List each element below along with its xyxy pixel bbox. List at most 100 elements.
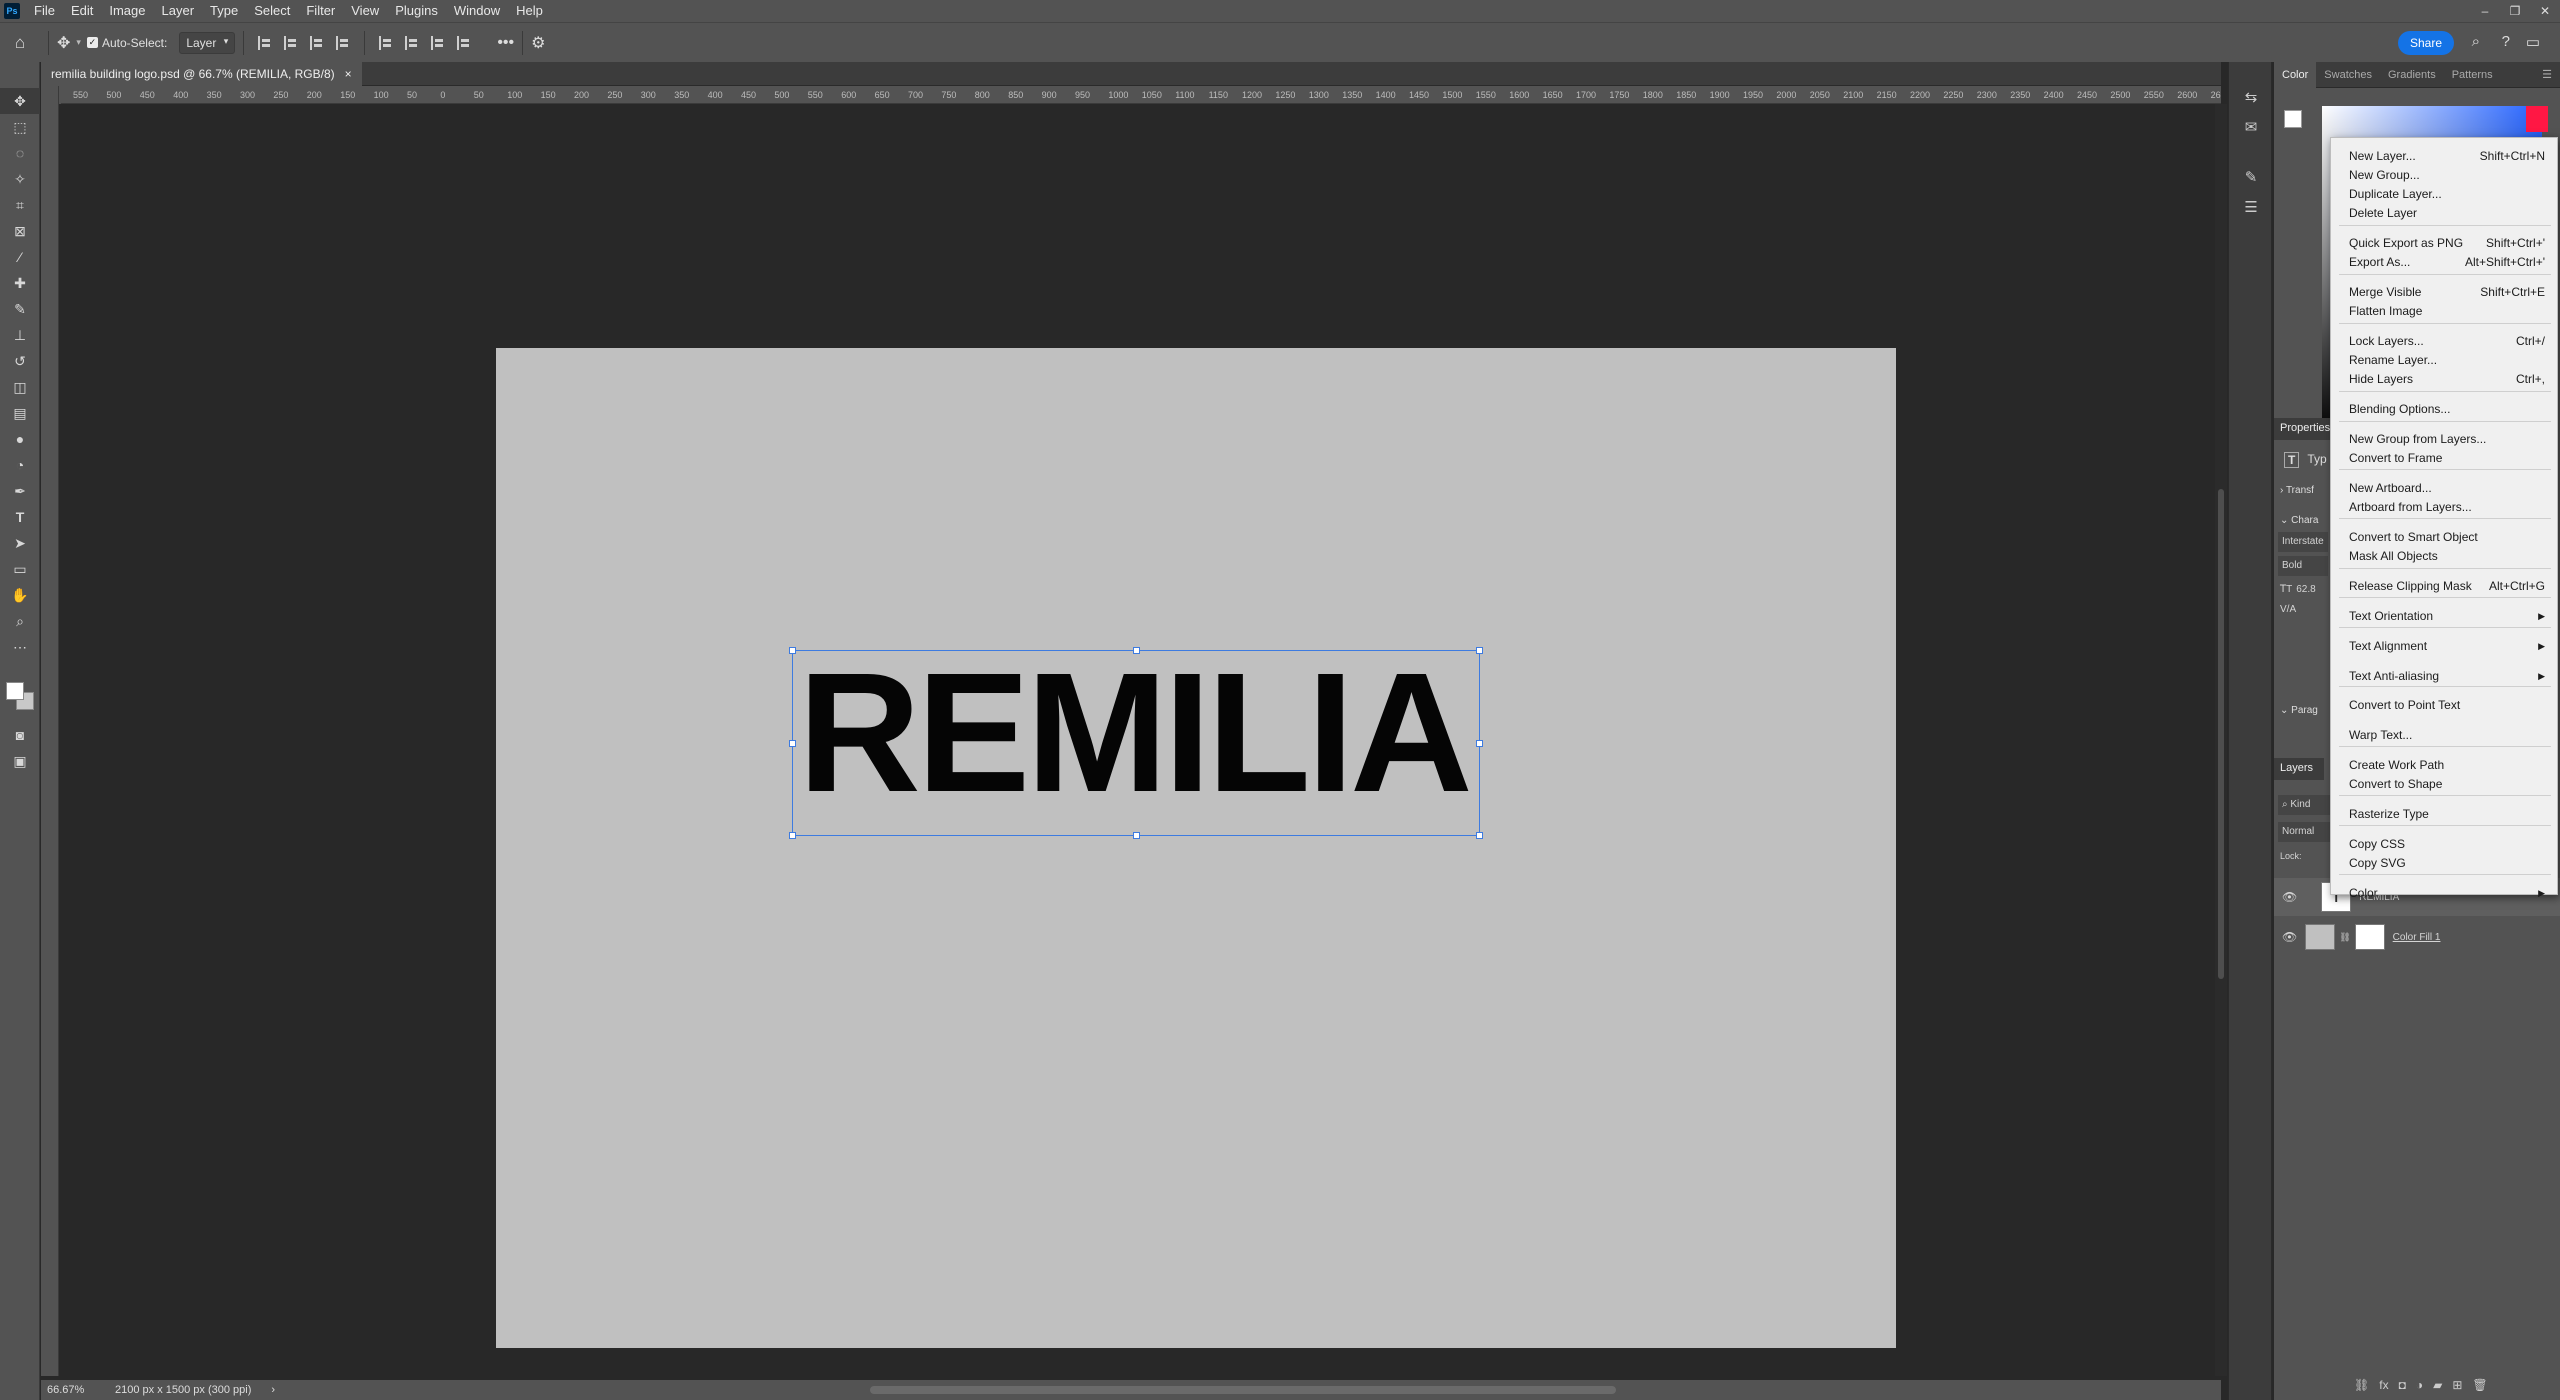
foreground-color-swatch[interactable] [6, 682, 24, 700]
type-tool-icon[interactable]: T [0, 504, 40, 530]
context-menu-item[interactable]: Convert to Smart Object [2331, 528, 2559, 546]
context-menu-item[interactable]: Hide Layers Ctrl+, [2331, 370, 2559, 388]
document-info[interactable]: 2100 px x 1500 px (300 ppi) [115, 1384, 251, 1396]
screen-mode-icon[interactable]: ▣ [0, 748, 40, 774]
minimize-icon[interactable]: – [2470, 0, 2500, 22]
transform-handle[interactable] [1476, 832, 1483, 839]
hand-tool-icon[interactable]: ✋ [0, 582, 40, 608]
tab-patterns[interactable]: Patterns [2444, 69, 2501, 81]
menu-image[interactable]: Image [101, 0, 153, 22]
move-tool-icon[interactable]: ✥ [57, 33, 70, 53]
share-button[interactable]: Share [2398, 31, 2454, 55]
link-layers-icon[interactable]: ⛓ [2354, 1378, 2369, 1392]
context-menu-item[interactable]: New Layer... Shift+Ctrl+N [2331, 147, 2559, 165]
adjustments-icon[interactable]: ☰ [2229, 192, 2273, 222]
more-tools-icon[interactable]: ⋯ [0, 634, 40, 660]
brush-tool-icon[interactable]: ✎ [0, 296, 40, 322]
layer-name[interactable]: Color Fill 1 [2393, 932, 2441, 943]
history-brush-tool-icon[interactable]: ↺ [0, 348, 40, 374]
close-tab-icon[interactable]: × [345, 67, 352, 81]
context-menu-item[interactable]: Mask All Objects [2331, 547, 2559, 565]
context-menu-item[interactable]: Export As... Alt+Shift+Ctrl+' [2331, 253, 2559, 271]
context-menu-item[interactable]: New Group... [2331, 166, 2559, 184]
menu-select[interactable]: Select [246, 0, 298, 22]
lasso-tool-icon[interactable]: ◌ [0, 140, 40, 166]
align-top-icon[interactable] [379, 35, 393, 50]
auto-select-checkbox[interactable]: ✓ Auto-Select: [86, 36, 167, 50]
frame-tool-icon[interactable]: ⊠ [0, 218, 40, 244]
eye-icon[interactable]: 👁 [2282, 890, 2297, 904]
comments-icon[interactable]: ✉ [2229, 112, 2273, 142]
transform-handle[interactable] [789, 647, 796, 654]
menu-plugins[interactable]: Plugins [387, 0, 446, 22]
help-icon[interactable]: ? [2502, 33, 2510, 50]
transform-handle[interactable] [789, 740, 796, 747]
menu-type[interactable]: Type [202, 0, 246, 22]
vertical-scrollbar[interactable] [2215, 104, 2227, 1376]
home-icon[interactable]: ⌂ [0, 23, 40, 63]
chevron-right-icon[interactable]: › [271, 1384, 275, 1396]
context-menu-item[interactable]: Delete Layer [2331, 204, 2559, 222]
context-menu-item[interactable]: Create Work Path [2331, 756, 2559, 774]
menu-edit[interactable]: Edit [63, 0, 101, 22]
menu-help[interactable]: Help [508, 0, 551, 22]
blend-mode-select[interactable]: Normal [2278, 822, 2334, 842]
character-section[interactable]: ⌄ Chara [2280, 515, 2318, 526]
context-menu-item[interactable]: Rasterize Type [2331, 805, 2559, 823]
fx-icon[interactable]: fx [2379, 1378, 2388, 1392]
context-menu-item[interactable]: Merge Visible Shift+Ctrl+E [2331, 283, 2559, 301]
align-right-icon[interactable] [310, 35, 324, 50]
tracking-field[interactable]: V/A [2280, 604, 2296, 615]
eraser-tool-icon[interactable]: ◫ [0, 374, 40, 400]
menu-view[interactable]: View [343, 0, 387, 22]
delete-layer-icon[interactable]: 🗑 [2472, 1378, 2487, 1392]
gear-icon[interactable]: ⚙ [531, 33, 545, 53]
crop-tool-icon[interactable]: ⌗ [0, 192, 40, 218]
search-icon[interactable]: ⌕ [2472, 33, 2480, 50]
transform-handle[interactable] [1476, 740, 1483, 747]
distribute-vertical-icon[interactable] [457, 35, 471, 50]
document-canvas[interactable] [496, 348, 1896, 1348]
context-menu-item[interactable]: Quick Export as PNG Shift+Ctrl+' [2331, 234, 2559, 252]
workspace-icon[interactable]: ▭ [2526, 33, 2540, 51]
adjustment-layer-icon[interactable]: ◑ [2416, 1378, 2423, 1392]
align-left-icon[interactable] [258, 35, 272, 50]
menu-filter[interactable]: Filter [298, 0, 343, 22]
clone-stamp-tool-icon[interactable]: ⊥ [0, 322, 40, 348]
add-mask-icon[interactable]: ◘ [2399, 1378, 2406, 1392]
zoom-tool-icon[interactable]: ⌕ [0, 608, 40, 634]
context-menu-item[interactable]: Color ▶ [2331, 884, 2559, 902]
hue-slider[interactable] [2526, 106, 2548, 132]
align-middle-icon[interactable] [405, 35, 419, 50]
context-menu-item[interactable]: New Group from Layers... [2331, 430, 2559, 448]
context-menu-item[interactable]: Convert to Shape [2331, 775, 2559, 793]
transform-section[interactable]: › Transf [2280, 485, 2314, 496]
context-menu-item[interactable]: New Artboard... [2331, 479, 2559, 497]
align-bottom-icon[interactable] [431, 35, 445, 50]
font-style-select[interactable]: Bold [2278, 556, 2328, 576]
properties-panel-title[interactable]: Properties [2274, 418, 2334, 440]
paragraph-section[interactable]: ⌄ Parag [2280, 705, 2318, 716]
magic-wand-tool-icon[interactable]: ✧ [0, 166, 40, 192]
zoom-level[interactable]: 66.67% [47, 1384, 107, 1396]
layers-panel-title[interactable]: Layers [2274, 758, 2324, 780]
marquee-tool-icon[interactable]: ⬚ [0, 114, 40, 140]
font-size-field[interactable]: ꓔT 62.8 [2280, 584, 2316, 595]
context-menu-item[interactable]: Blending Options... [2331, 400, 2559, 418]
transform-handle[interactable] [789, 832, 796, 839]
blur-tool-icon[interactable]: ● [0, 426, 40, 452]
context-menu-item[interactable]: Lock Layers... Ctrl+/ [2331, 332, 2559, 350]
align-center-icon[interactable] [284, 35, 298, 50]
tab-gradients[interactable]: Gradients [2380, 69, 2444, 81]
horizontal-scrollbar[interactable] [870, 1386, 1616, 1394]
checkbox-checked-icon[interactable]: ✓ [86, 37, 98, 48]
context-menu-item[interactable]: Duplicate Layer... [2331, 185, 2559, 203]
move-tool-icon[interactable]: ✥ [0, 88, 40, 114]
quick-mask-icon[interactable]: ◙ [0, 722, 40, 748]
menu-layer[interactable]: Layer [154, 0, 203, 22]
transform-bounding-box[interactable] [789, 647, 1483, 839]
tab-color[interactable]: Color [2274, 61, 2317, 88]
history-icon[interactable]: ⇆ [2229, 82, 2273, 112]
tab-swatches[interactable]: Swatches [2316, 69, 2380, 81]
distribute-icon[interactable] [336, 35, 350, 50]
